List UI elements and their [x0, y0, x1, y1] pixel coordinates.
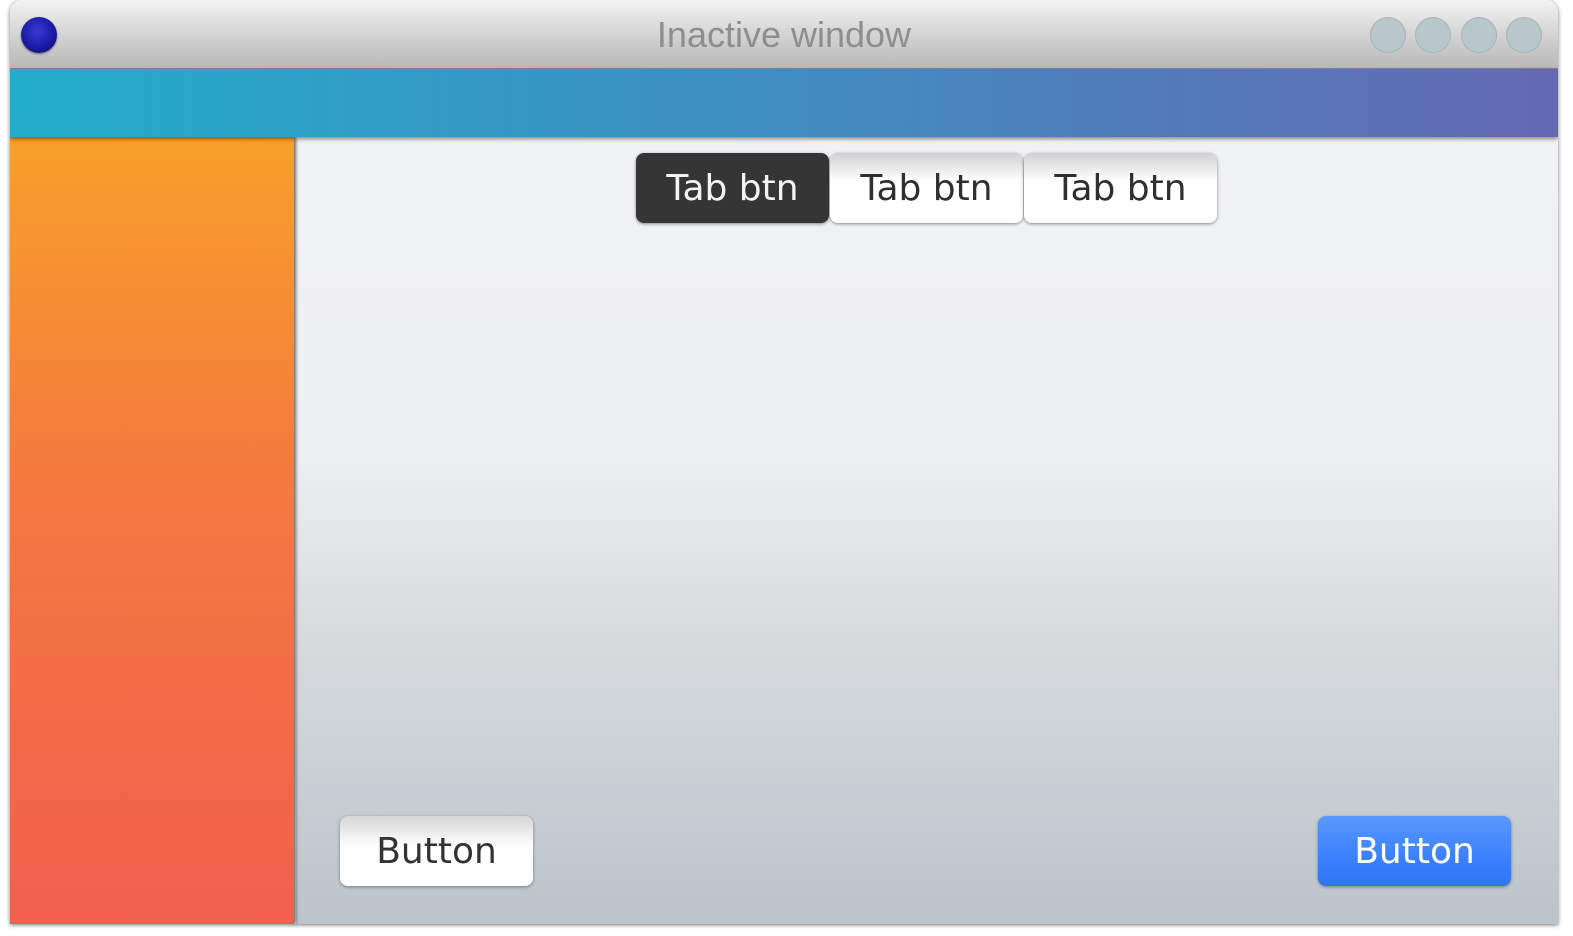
- sidebar: [10, 137, 294, 924]
- secondary-button[interactable]: Button: [340, 816, 533, 886]
- tab-2[interactable]: Tab btn: [830, 153, 1023, 223]
- primary-button[interactable]: Button: [1318, 816, 1511, 886]
- window-control-2-button[interactable]: [1415, 17, 1451, 53]
- window-control-4-button[interactable]: [1506, 17, 1542, 53]
- titlebar[interactable]: Inactive window: [10, 0, 1558, 69]
- tab-3[interactable]: Tab btn: [1024, 153, 1217, 223]
- tab-1[interactable]: Tab btn: [636, 153, 829, 223]
- window-control-1-button[interactable]: [1370, 17, 1406, 53]
- main-content: Tab btn Tab btn Tab btn Button Button: [296, 137, 1558, 924]
- tab-bar: Tab btn Tab btn Tab btn: [636, 153, 1218, 223]
- window-control-3-button[interactable]: [1461, 17, 1497, 53]
- window-title: Inactive window: [656, 14, 912, 55]
- header-bar: [10, 69, 1558, 137]
- app-window: Inactive window Tab btn Tab btn Tab btn …: [10, 0, 1558, 924]
